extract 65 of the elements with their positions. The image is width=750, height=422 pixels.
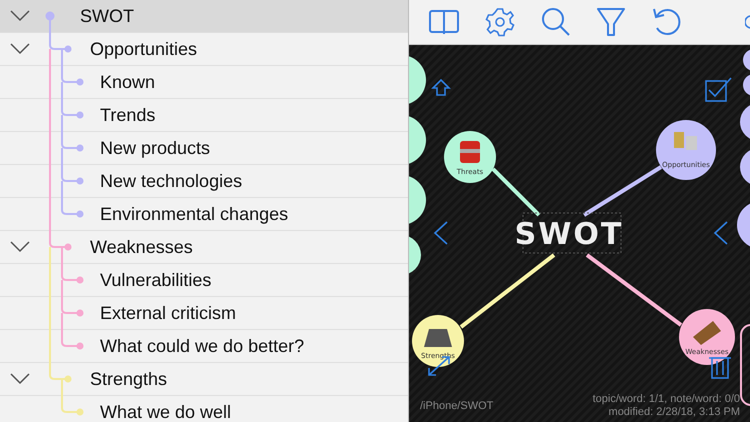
- node-dot: [76, 309, 84, 316]
- checkbox-icon[interactable]: [705, 77, 732, 102]
- file-path: /iPhone/SWOT: [420, 400, 494, 412]
- arrow-up-icon[interactable]: [431, 78, 451, 96]
- subtopic-node[interactable]: [743, 74, 750, 96]
- subtopic-node[interactable]: [409, 55, 426, 105]
- weight-icon: [424, 329, 452, 347]
- outline-row[interactable]: SWOT: [0, 0, 408, 33]
- chevron-down-icon[interactable]: [10, 10, 30, 22]
- outline-label: Opportunities: [89, 38, 198, 60]
- outline-row[interactable]: Environmental changes: [0, 198, 408, 231]
- subtopic-node[interactable]: [409, 235, 421, 275]
- outline-label: SWOT: [80, 6, 134, 26]
- node-dot: [76, 342, 84, 349]
- outline-label: What we do well: [99, 402, 232, 422]
- stats-text: topic/word: 1/1, note/word: 0/0: [592, 393, 740, 406]
- outline-label: Strengths: [89, 368, 168, 390]
- outline-row[interactable]: Trends: [0, 99, 408, 132]
- subtopic-node[interactable]: [409, 115, 426, 165]
- outline-row[interactable]: Vulnerabilities: [0, 264, 408, 297]
- node-dot: [76, 210, 84, 217]
- outline-label: External criticism: [99, 302, 236, 324]
- search-icon[interactable]: [541, 7, 571, 37]
- central-topic[interactable]: SWOT: [514, 217, 624, 252]
- outline-label: Trends: [99, 104, 156, 126]
- node-dot: [76, 177, 84, 184]
- subtopic-node[interactable]: [740, 103, 750, 141]
- node-dot: [76, 78, 84, 85]
- chevron-down-icon[interactable]: [10, 373, 30, 385]
- chevron-left-icon[interactable]: [714, 221, 728, 245]
- chevron-down-icon[interactable]: [10, 241, 30, 253]
- outline-row[interactable]: New technologies: [0, 165, 408, 198]
- outline-row[interactable]: Weaknesses: [0, 231, 408, 264]
- subtopic-node[interactable]: [409, 175, 426, 225]
- node-dot: [76, 408, 84, 415]
- node-dot: [76, 144, 84, 151]
- dynamite-icon: [460, 141, 480, 163]
- outline-row[interactable]: Strengths: [0, 363, 408, 396]
- settings-icon[interactable]: [485, 7, 515, 37]
- subtopic-node[interactable]: [740, 148, 750, 186]
- node-dot: [76, 111, 84, 118]
- node-dot: [76, 276, 84, 283]
- chevron-left-icon[interactable]: [434, 221, 448, 245]
- outline-row[interactable]: What we do well: [0, 396, 408, 422]
- outline-row[interactable]: External criticism: [0, 297, 408, 330]
- filter-icon[interactable]: [597, 7, 625, 37]
- branch-line: [492, 168, 540, 216]
- chevron-down-icon[interactable]: [10, 43, 30, 55]
- outline-row[interactable]: What could we do better?: [0, 330, 408, 363]
- subtopic-node[interactable]: [737, 201, 750, 249]
- outline-row[interactable]: Known: [0, 66, 408, 99]
- subtopic-node[interactable]: [743, 49, 750, 71]
- outline-label: Known: [99, 72, 156, 92]
- modified-date: modified: 2/28/18, 3:13 PM: [608, 406, 740, 419]
- outline-label: What could we do better?: [99, 336, 304, 356]
- outline-label: Vulnerabilities: [99, 270, 212, 290]
- outline-label: New products: [99, 138, 210, 158]
- outline-label: Weaknesses: [89, 236, 193, 258]
- outline-row[interactable]: Opportunities: [0, 33, 408, 66]
- trash-icon[interactable]: [709, 357, 731, 379]
- outline-label: New technologies: [99, 170, 242, 192]
- outline-row[interactable]: New products: [0, 132, 408, 165]
- outline-label: Environmental changes: [99, 204, 288, 224]
- undo-icon[interactable]: [651, 7, 683, 37]
- book-icon[interactable]: [429, 9, 459, 35]
